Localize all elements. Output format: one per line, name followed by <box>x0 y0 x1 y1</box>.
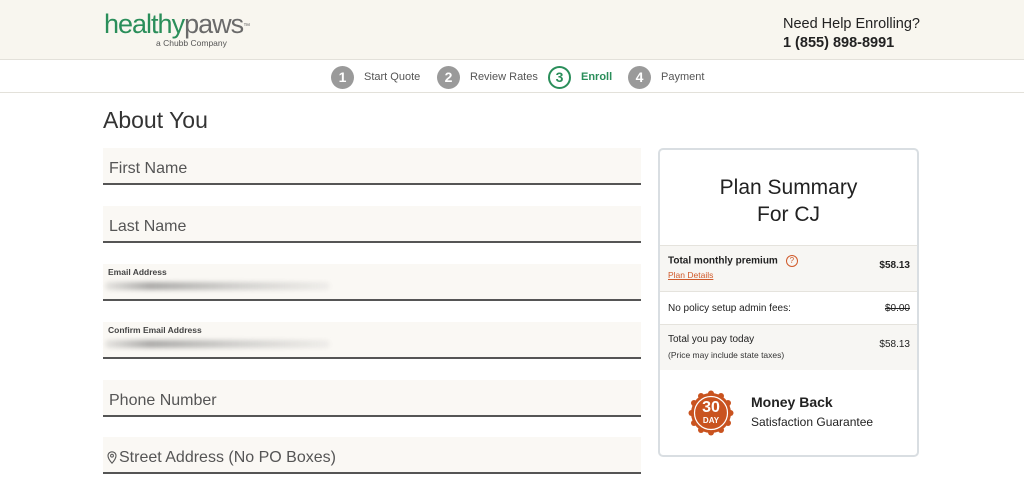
enrollment-steps: 1 Start Quote 2 Review Rates 3 Enroll 4 … <box>0 61 1024 93</box>
help-question-icon[interactable]: ? <box>785 255 798 267</box>
logo-subtitle: a Chubb Company <box>156 38 227 48</box>
total-today-label: Total you pay today <box>668 334 755 345</box>
page-title: About You <box>103 107 208 133</box>
setup-fee-value: $0.00 <box>884 303 910 314</box>
step-label: Review Rates <box>470 71 538 83</box>
badge-unit: DAY <box>702 416 720 425</box>
street-address-input[interactable] <box>103 437 641 472</box>
monthly-premium-label: Total monthly premium? <box>668 255 798 267</box>
confirm-email-label: Confirm Email Address <box>108 325 202 335</box>
confirm-email-field[interactable]: Confirm Email Address <box>103 322 641 359</box>
monthly-premium-row: Total monthly premium? Plan Details $58.… <box>660 245 917 291</box>
monthly-premium-value: $58.13 <box>879 260 910 271</box>
logo-wordmark: healthypaws™ <box>104 9 250 39</box>
location-pin-icon <box>107 451 117 469</box>
step-number: 3 <box>548 65 571 89</box>
first-name-field[interactable] <box>103 148 641 185</box>
setup-fee-label: No policy setup admin fees: <box>668 303 791 314</box>
step-payment[interactable]: 4 Payment <box>628 65 704 89</box>
step-enroll[interactable]: 3 Enroll <box>548 65 612 89</box>
site-header: healthypaws™ a Chubb Company Need Help E… <box>0 0 1024 60</box>
email-field[interactable]: Email Address <box>103 264 641 301</box>
step-number: 1 <box>331 65 354 89</box>
last-name-input[interactable] <box>103 206 641 241</box>
guarantee-subtitle: Satisfaction Guarantee <box>751 415 874 429</box>
step-number: 2 <box>437 65 460 89</box>
email-value-redacted <box>105 282 330 290</box>
step-number: 4 <box>628 65 651 89</box>
total-today-value: $58.13 <box>879 339 910 350</box>
step-label: Start Quote <box>364 71 421 83</box>
plan-summary-card: Plan Summary For CJ Total monthly premiu… <box>658 148 919 457</box>
step-label: Enroll <box>581 71 613 83</box>
plan-details-link[interactable]: Plan Details <box>668 270 713 280</box>
healthypaws-logo[interactable]: healthypaws™ a Chubb Company <box>104 9 250 48</box>
step-start-quote[interactable]: 1 Start Quote <box>331 65 420 89</box>
help-contact: Need Help Enrolling? 1 (855) 898-8991 <box>783 15 920 53</box>
last-name-field[interactable] <box>103 206 641 243</box>
step-review-rates[interactable]: 2 Review Rates <box>437 65 538 89</box>
email-label: Email Address <box>108 267 167 277</box>
guarantee-title: Money Back <box>751 394 833 410</box>
total-today-row: Total you pay today (Price may include s… <box>660 324 917 370</box>
badge-number: 30 <box>702 399 720 416</box>
help-phone-link[interactable]: 1 (855) 898-8991 <box>783 33 920 53</box>
street-address-field[interactable] <box>103 437 641 474</box>
thirty-day-badge-icon: 30 DAY <box>688 390 734 436</box>
phone-input[interactable] <box>103 380 641 415</box>
setup-fee-row: No policy setup admin fees: $0.00 <box>660 291 917 324</box>
first-name-input[interactable] <box>103 148 641 183</box>
plan-summary-title: Plan Summary For CJ <box>719 176 858 226</box>
help-title: Need Help Enrolling? <box>782 16 920 32</box>
phone-field[interactable] <box>103 380 641 417</box>
confirm-email-value-redacted <box>105 340 330 348</box>
total-today-note: (Price may include state taxes) <box>668 350 785 360</box>
step-label: Payment <box>661 71 705 83</box>
